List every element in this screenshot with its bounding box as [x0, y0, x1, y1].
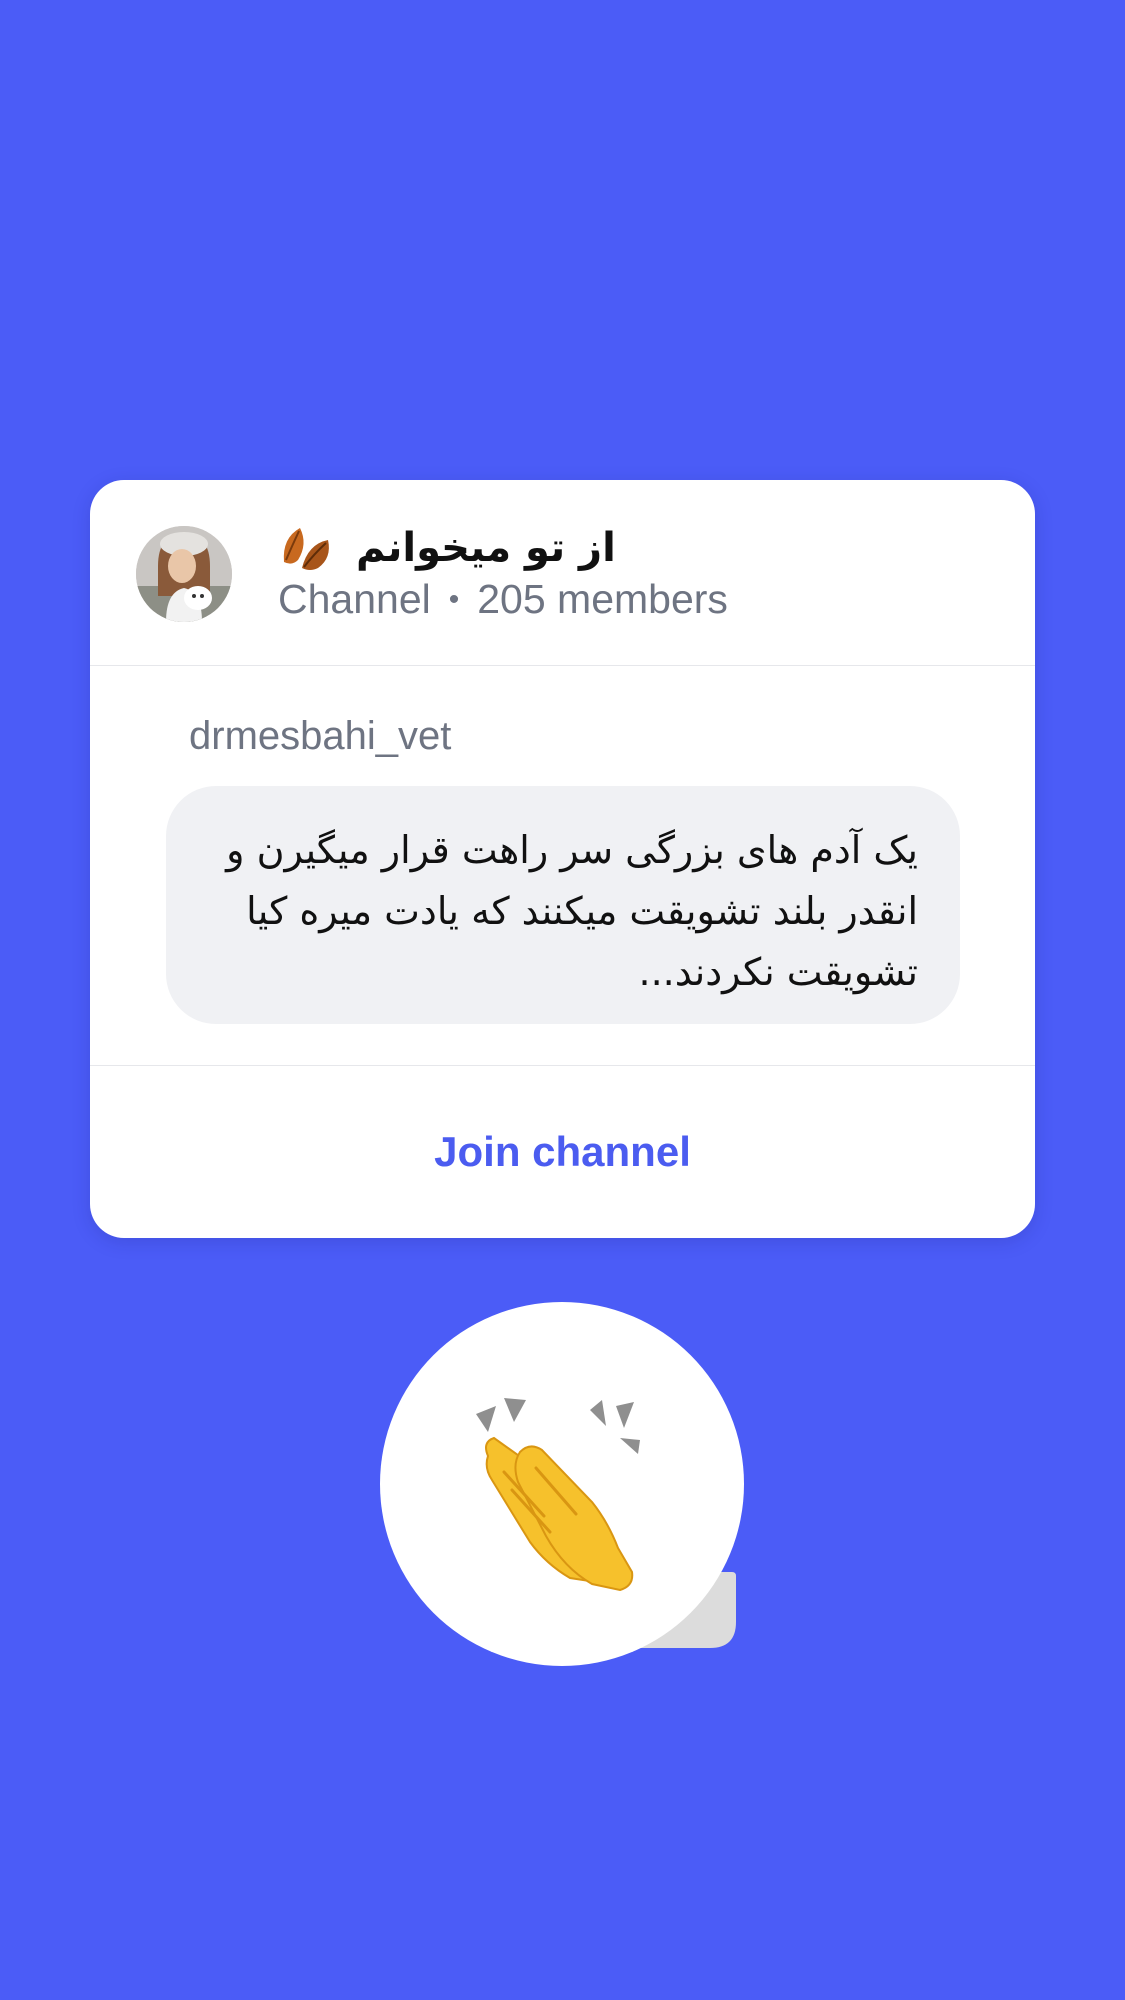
reaction-sticker[interactable]	[380, 1302, 752, 1674]
clapping-hands-icon	[380, 1302, 744, 1666]
channel-header[interactable]: از تو میخوانم Channel • 205 members	[90, 480, 1035, 666]
join-channel-button[interactable]: Join channel	[434, 1128, 691, 1176]
members-count: 205 members	[477, 576, 728, 622]
post-preview: drmesbahi_vet یک آدم های بزرگی سر راهت ق…	[90, 666, 1035, 1066]
channel-subtitle: Channel • 205 members	[278, 576, 728, 623]
channel-type-label: Channel	[278, 576, 431, 622]
fallen-leaf-icon	[283, 528, 329, 570]
separator-dot: •	[448, 582, 460, 616]
channel-card: از تو میخوانم Channel • 205 members drme…	[90, 480, 1035, 1238]
post-author: drmesbahi_vet	[189, 714, 452, 758]
channel-avatar[interactable]	[136, 526, 232, 622]
message-text: یک آدم های بزرگی سر راهت قرار میگیرن و ا…	[226, 828, 918, 994]
channel-title-row: از تو میخوانم	[278, 522, 616, 574]
channel-name: از تو میخوانم	[356, 525, 616, 571]
message-bubble[interactable]: یک آدم های بزرگی سر راهت قرار میگیرن و ا…	[166, 786, 960, 1024]
card-footer: Join channel	[90, 1066, 1035, 1238]
